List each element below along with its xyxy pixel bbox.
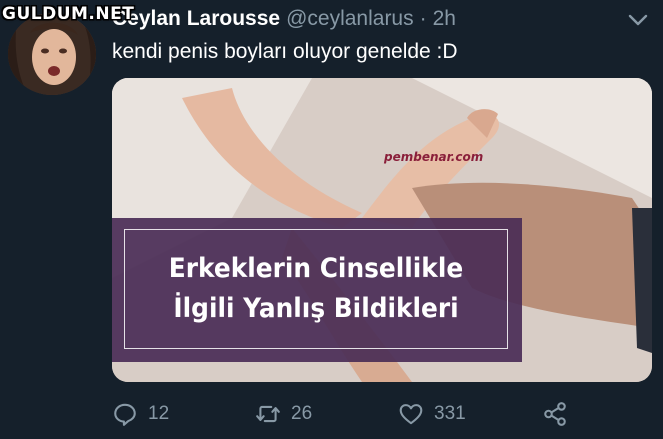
display-name[interactable]: Ceylan Larousse [112, 7, 280, 31]
tweet-actions: 12 26 331 [112, 396, 652, 432]
timestamp[interactable]: 2h [433, 7, 456, 31]
reply-count: 12 [148, 403, 170, 424]
reply-icon [114, 403, 136, 426]
tweet-text: kendi penis boyları oluyor genelde :D [112, 40, 458, 63]
tweet-media-image[interactable]: pembenar.com Erkeklerin Cinsellikle İlgi… [112, 78, 652, 382]
chevron-down-icon[interactable] [627, 12, 649, 28]
like-icon [399, 404, 423, 425]
guldum-watermark: GULDUM.NET [2, 4, 135, 24]
retweet-count: 26 [291, 403, 313, 424]
separator-dot: · [419, 7, 427, 30]
like-button[interactable]: 331 [398, 396, 466, 432]
like-count: 331 [434, 403, 466, 424]
reply-button[interactable]: 12 [112, 396, 169, 432]
banner-frame: Erkeklerin Cinsellikle İlgili Yanlış Bil… [124, 229, 508, 349]
share-button[interactable] [542, 396, 578, 432]
avatar-photo [8, 13, 96, 95]
retweet-button[interactable]: 26 [255, 396, 312, 432]
user-handle[interactable]: @ceylanlarus [286, 7, 414, 31]
avatar[interactable] [8, 13, 96, 95]
banner-line-2: İlgili Yanlış Bildikleri [173, 293, 459, 324]
share-icon [544, 402, 566, 426]
banner-line-1: Erkeklerin Cinsellikle [168, 253, 464, 284]
retweet-icon [256, 405, 280, 423]
tweet-header: Ceylan Larousse @ceylanlarus · 2h [112, 5, 456, 33]
brand-logo: pembenar.com [384, 150, 484, 164]
media-banner: Erkeklerin Cinsellikle İlgili Yanlış Bil… [112, 218, 522, 362]
